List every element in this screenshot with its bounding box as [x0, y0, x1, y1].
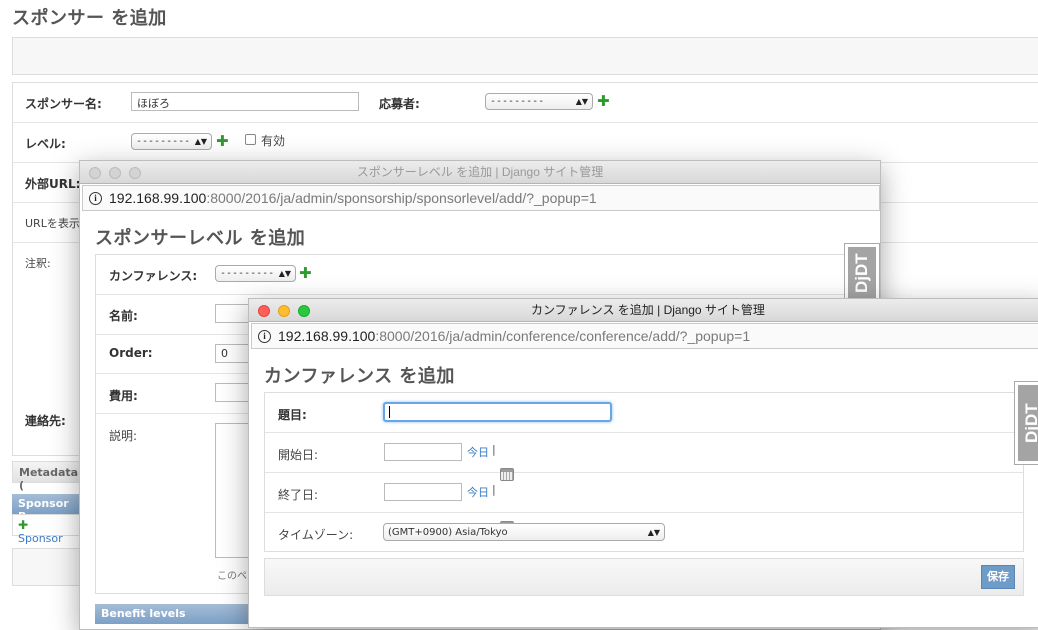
conference-popup-window: カンファレンス を追加 | Django サイト管理 i 192.168.99.…: [248, 298, 1038, 628]
metadata-header[interactable]: Metadata (: [12, 461, 82, 492]
timezone-select[interactable]: (GMT+0900) Asia/Tokyo ▲▼: [383, 523, 665, 541]
end-date-label: 終了日:: [278, 488, 319, 502]
timezone-select-value: (GMT+0900) Asia/Tokyo: [388, 526, 508, 538]
conference-title-label: 題目:: [278, 408, 307, 422]
cost-label: 費用:: [109, 389, 138, 403]
add-applicant-icon[interactable]: ✚: [597, 94, 610, 109]
order-label: Order:: [109, 346, 153, 360]
link-separator: |: [492, 483, 496, 496]
zoom-icon[interactable]: [298, 305, 310, 317]
djdt-label: DjDT: [1018, 385, 1038, 461]
save-button[interactable]: 保存: [981, 565, 1015, 589]
add-sponsor-benefit-link[interactable]: Sponsor: [18, 532, 63, 545]
base-submit-row: [12, 548, 82, 586]
url-path: :8000/2016/ja/admin/conference/conferenc…: [375, 328, 751, 344]
applicant-label: 応募者:: [379, 97, 420, 111]
select-arrows-icon: ▲▼: [647, 527, 660, 537]
info-icon[interactable]: i: [89, 191, 102, 205]
window-title: カンファレンス を追加 | Django サイト管理: [531, 303, 765, 317]
text-cursor: [389, 406, 390, 418]
window-titlebar: スポンサーレベル を追加 | Django サイト管理: [80, 161, 880, 184]
level-select[interactable]: --------- ▲▼: [131, 133, 212, 150]
timezone-label: タイムゾーン:: [278, 528, 354, 542]
top-toolbar: [12, 37, 1038, 75]
close-icon[interactable]: [89, 167, 101, 179]
select-arrows-icon: ▲▼: [278, 269, 291, 278]
window-title: スポンサーレベル を追加 | Django サイト管理: [356, 165, 604, 179]
level-label: レベル:: [25, 137, 66, 151]
page-title: スポンサー を追加: [12, 8, 167, 29]
end-today-link[interactable]: 今日: [467, 484, 489, 500]
level-name-label: 名前:: [109, 309, 138, 323]
benefit-levels-header: Benefit levels: [95, 604, 255, 624]
window-titlebar: カンファレンス を追加 | Django サイト管理: [249, 299, 1038, 322]
url-path: :8000/2016/ja/admin/sponsorship/sponsorl…: [206, 190, 597, 206]
select-arrows-icon: ▲▼: [575, 97, 588, 106]
djdt-label: DjDT: [848, 247, 876, 299]
address-bar[interactable]: i 192.168.99.100:8000/2016/ja/admin/spon…: [82, 185, 880, 211]
sponsor-name-input[interactable]: ほぼろ: [131, 92, 359, 111]
calendar-icon[interactable]: [500, 468, 514, 481]
page-title: スポンサーレベル を追加: [95, 228, 306, 249]
select-arrows-icon: ▲▼: [194, 137, 207, 146]
contact-label: 連絡先:: [25, 414, 66, 428]
submit-row: 保存: [264, 558, 1024, 596]
djdt-toolbar-handle[interactable]: DjDT: [844, 243, 880, 303]
start-today-link[interactable]: 今日: [467, 444, 489, 460]
address-bar[interactable]: i 192.168.99.100:8000/2016/ja/admin/conf…: [251, 323, 1038, 349]
show-url-label: URLを表示: [25, 217, 80, 230]
note-label: 注釈:: [25, 257, 51, 270]
url-host: 192.168.99.100: [109, 190, 207, 206]
sponsor-benefits-header: Sponsor Be: [12, 494, 82, 523]
info-icon[interactable]: i: [258, 329, 271, 343]
add-icon: ✚: [18, 518, 29, 532]
add-level-icon[interactable]: ✚: [216, 134, 229, 149]
conference-select-value: ---------: [220, 268, 275, 279]
external-url-label: 外部URL:: [25, 177, 81, 191]
applicant-select[interactable]: --------- ▲▼: [485, 93, 593, 110]
page-title: カンファレンス を追加: [264, 366, 455, 387]
url-host: 192.168.99.100: [278, 328, 376, 344]
djdt-toolbar-handle[interactable]: DjDT: [1014, 381, 1038, 465]
level-select-value: ---------: [136, 136, 191, 147]
minimize-icon[interactable]: [278, 305, 290, 317]
add-sponsor-benefit-row[interactable]: ✚ Sponsor: [12, 514, 82, 545]
start-date-input[interactable]: [384, 443, 462, 461]
minimize-icon[interactable]: [109, 167, 121, 179]
add-conference-icon[interactable]: ✚: [299, 266, 312, 281]
help-text: このペ: [217, 571, 247, 582]
link-separator: |: [492, 443, 496, 456]
active-checkbox[interactable]: [245, 134, 256, 145]
sponsor-name-label: スポンサー名:: [25, 97, 102, 111]
close-icon[interactable]: [258, 305, 270, 317]
conference-label: カンファレンス:: [109, 269, 198, 283]
active-label: 有効: [261, 134, 286, 148]
start-date-label: 開始日:: [278, 448, 319, 462]
description-label: 説明:: [109, 429, 138, 443]
conference-select[interactable]: --------- ▲▼: [215, 265, 296, 282]
applicant-select-value: ---------: [490, 96, 545, 107]
end-date-input[interactable]: [384, 483, 462, 501]
conference-title-input[interactable]: [383, 402, 612, 422]
zoom-icon[interactable]: [129, 167, 141, 179]
